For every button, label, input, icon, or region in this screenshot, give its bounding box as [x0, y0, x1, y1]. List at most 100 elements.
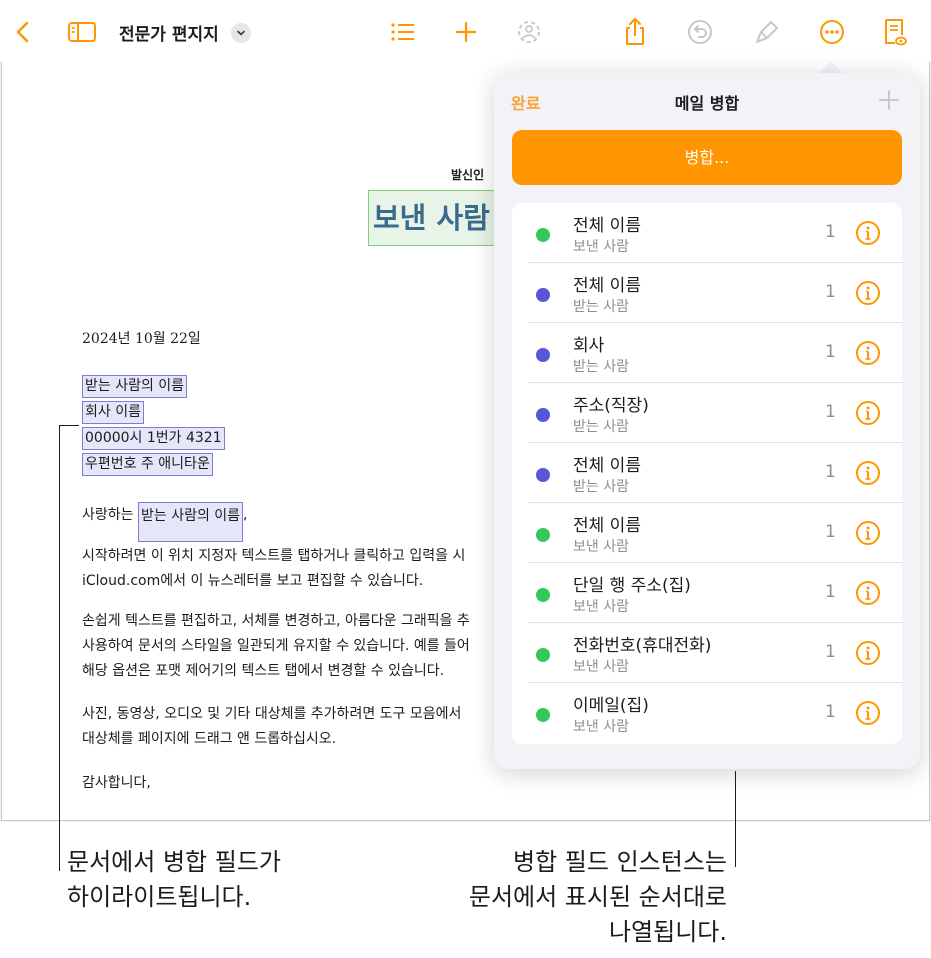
- company-merge-field[interactable]: 회사 이름: [82, 401, 144, 424]
- field-source: 보낸 사람: [573, 659, 629, 675]
- right-callout-line-2: 문서에서 표시된 순서대로: [468, 883, 727, 911]
- field-source: 보낸 사람: [573, 539, 629, 555]
- field-instance-count: 1: [825, 522, 836, 542]
- field-name: 전체 이름: [573, 456, 641, 476]
- field-color-dot: [536, 408, 550, 422]
- field-color-dot: [536, 648, 550, 662]
- merge-button[interactable]: 병합...: [512, 130, 902, 185]
- body-paragraph-3-line: 대상체를 페이지에 드래그 앤 드롭하십시오.: [82, 731, 337, 747]
- right-callout: 병합 필드 인스턴스는 문서에서 표시된 순서대로 나열됩니다.: [469, 845, 727, 950]
- left-callout-line-2: 하이라이트됩니다.: [67, 883, 252, 911]
- field-name: 전체 이름: [573, 516, 641, 536]
- merge-field-list: 전체 이름 보낸 사람 1 전체 이름 받는 사람 1 회사 받는 사람 1 주소(직장) 받는 사…: [512, 203, 902, 744]
- right-callout-line-3: 나열됩니다.: [608, 918, 727, 946]
- info-icon[interactable]: [855, 640, 881, 666]
- field-color-dot: [536, 528, 550, 542]
- letter-date[interactable]: 2024년 10월 22일: [82, 328, 201, 348]
- sidebar-icon[interactable]: [67, 17, 97, 47]
- field-name: 전체 이름: [573, 216, 641, 236]
- field-name: 주소(직장): [573, 396, 649, 416]
- sender-label: 발신인: [451, 168, 485, 182]
- more-icon[interactable]: [817, 17, 847, 47]
- collaborate-icon[interactable]: [514, 17, 544, 47]
- field-instance-count: 1: [825, 582, 836, 602]
- share-icon[interactable]: [620, 17, 650, 47]
- closing-line[interactable]: 감사합니다,: [82, 771, 502, 796]
- info-icon[interactable]: [855, 520, 881, 546]
- merge-field-row[interactable]: 이메일(집) 보낸 사람 1: [512, 683, 902, 743]
- list-icon[interactable]: [388, 17, 418, 47]
- toolbar: 전문가 편지지: [0, 0, 931, 62]
- info-icon[interactable]: [855, 400, 881, 426]
- body-paragraph-1-line: 시작하려면 이 위치 지정자 텍스트를 탭하거나 클릭하고 입력을 시: [82, 548, 466, 564]
- document-title[interactable]: 전문가 편지지: [119, 20, 219, 45]
- add-icon[interactable]: [451, 17, 481, 47]
- field-source: 받는 사람: [573, 479, 629, 495]
- merge-field-row[interactable]: 전체 이름보낸 사람 1: [512, 503, 902, 563]
- field-name: 이메일(집): [573, 696, 649, 716]
- left-callout-connector: [59, 425, 79, 426]
- title-menu-chevron-icon[interactable]: [231, 23, 251, 43]
- field-color-dot: [536, 588, 550, 602]
- merge-field-row[interactable]: 주소(직장) 받는 사람 1: [512, 383, 902, 443]
- greeting-line: 사랑하는 받는 사람의 이름,: [82, 502, 248, 542]
- undo-icon[interactable]: [685, 17, 715, 47]
- right-callout-line: [735, 771, 736, 867]
- field-color-dot: [536, 288, 550, 302]
- left-callout-line: [59, 425, 60, 871]
- right-callout-line-1: 병합 필드 인스턴스는: [513, 848, 727, 876]
- merge-field-row[interactable]: 단일 행 주소(집) 보낸 사람 1: [512, 563, 902, 623]
- field-source: 보낸 사람: [573, 719, 629, 735]
- field-instance-count: 1: [825, 222, 836, 242]
- greeting-suffix: ,: [243, 507, 248, 523]
- body-paragraph-1-line: iCloud.com에서 이 뉴스레터를 보고 편집할 수 있습니다.: [82, 573, 424, 589]
- body-paragraph-2-line: 손쉽게 텍스트를 편집하고, 서체를 변경하고, 아름다운 그래픽을 추: [82, 613, 470, 629]
- left-callout-line-1: 문서에서 병합 필드가: [67, 848, 281, 876]
- greeting-recipient-merge-field[interactable]: 받는 사람의 이름: [137, 502, 244, 542]
- field-instance-count: 1: [825, 642, 836, 662]
- field-color-dot: [536, 348, 550, 362]
- merge-field-row[interactable]: 전화번호(휴대전화) 보낸 사람 1: [512, 623, 902, 683]
- body-paragraph-3[interactable]: 사진, 동영상, 오디오 및 기타 대상체를 추가하려면 도구 모음에서 대상체…: [82, 702, 502, 752]
- field-name: 회사: [573, 336, 605, 356]
- back-chevron-icon[interactable]: [8, 17, 38, 47]
- popover-title: 메일 병합: [674, 94, 740, 113]
- info-icon[interactable]: [855, 700, 881, 726]
- info-icon[interactable]: [855, 280, 881, 306]
- merge-field-row[interactable]: 회사받는 사람 1: [512, 323, 902, 383]
- merge-field-row[interactable]: 전체 이름보낸 사람 1: [512, 203, 902, 263]
- merge-field-row[interactable]: 전체 이름받는 사람 1: [512, 263, 902, 323]
- postal-merge-field[interactable]: 우편번호 주 애니타운: [82, 453, 213, 476]
- field-source: 보낸 사람: [573, 239, 629, 255]
- left-callout: 문서에서 병합 필드가 하이라이트됩니다.: [67, 845, 281, 915]
- field-color-dot: [536, 228, 550, 242]
- recipient-name-merge-field[interactable]: 받는 사람의 이름: [82, 375, 188, 398]
- format-brush-icon[interactable]: [752, 17, 782, 47]
- info-icon[interactable]: [855, 340, 881, 366]
- field-source: 받는 사람: [573, 419, 629, 435]
- field-name: 단일 행 주소(집): [573, 576, 691, 596]
- body-paragraph-1[interactable]: 시작하려면 이 위치 지정자 텍스트를 탭하거나 클릭하고 입력을 시 iClo…: [82, 544, 502, 594]
- add-field-icon[interactable]: [878, 89, 900, 111]
- field-name: 전체 이름: [573, 276, 641, 296]
- info-icon[interactable]: [855, 580, 881, 606]
- field-instance-count: 1: [825, 282, 836, 302]
- reading-view-icon[interactable]: [880, 17, 910, 47]
- field-instance-count: 1: [825, 402, 836, 422]
- field-instance-count: 1: [825, 342, 836, 362]
- info-icon[interactable]: [855, 220, 881, 246]
- body-paragraph-3-line: 사진, 동영상, 오디오 및 기타 대상체를 추가하려면 도구 모음에서: [82, 706, 462, 722]
- field-source: 보낸 사람: [573, 599, 629, 615]
- field-source: 받는 사람: [573, 359, 629, 375]
- body-paragraph-2-line: 해당 옵션은 포맷 제어기의 텍스트 탭에서 변경할 수 있습니다.: [82, 663, 445, 679]
- mail-merge-popover: 완료 메일 병합 병합... 전체 이름 보낸 사람 1 전체 이름 받는 사람 1 회사 받…: [494, 73, 920, 769]
- merge-field-row[interactable]: 전체 이름 받는 사람 1: [512, 443, 902, 503]
- greeting-prefix: 사랑하는: [82, 507, 138, 523]
- field-source: 받는 사람: [573, 299, 629, 315]
- info-icon[interactable]: [855, 460, 881, 486]
- field-instance-count: 1: [825, 702, 836, 722]
- field-color-dot: [536, 708, 550, 722]
- body-paragraph-2[interactable]: 손쉽게 텍스트를 편집하고, 서체를 변경하고, 아름다운 그래픽을 추 사용하…: [82, 609, 502, 684]
- body-paragraph-2-line: 사용하여 문서의 스타일을 일관되게 유지할 수 있습니다. 예를 들어: [82, 638, 470, 654]
- address-merge-field[interactable]: 00000시 1번가 4321: [82, 427, 225, 450]
